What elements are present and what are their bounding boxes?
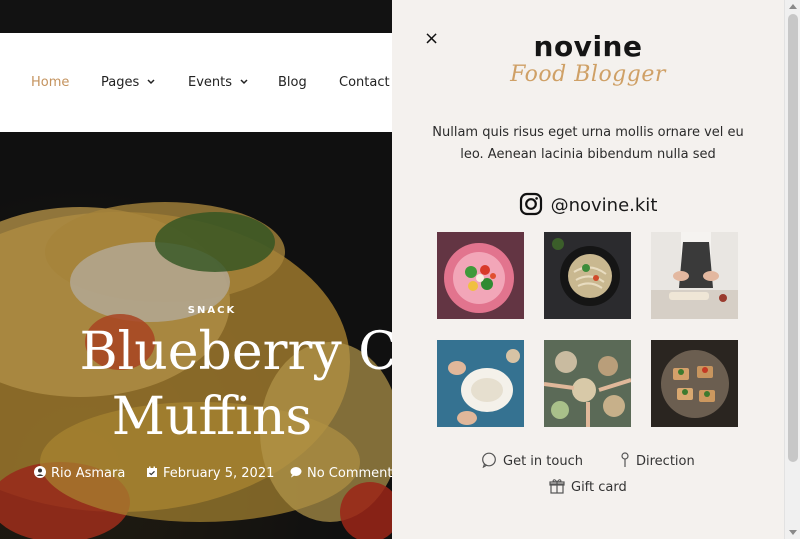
gift-icon [549,479,565,494]
flour-dough-photo [437,340,524,427]
gallery-item[interactable] [437,232,524,319]
noodle-bowl-photo [544,232,631,319]
direction-link[interactable]: Direction [620,452,695,469]
nav-contact[interactable]: Contact [339,75,390,90]
hero-section: SNACK Blueberry Cheese Muffins Rio Asmar… [0,132,392,539]
gallery-item[interactable] [651,232,738,319]
calendar-icon [147,466,157,477]
user-icon [34,466,46,478]
nav-home[interactable]: Home [31,75,69,90]
gallery-item[interactable] [544,340,631,427]
get-in-touch-link[interactable]: Get in touch [481,452,583,469]
nav-events[interactable]: Events [188,75,248,90]
shared-table-photo [544,340,631,427]
map-pin-icon [621,452,629,467]
gallery-item[interactable] [651,340,738,427]
chevron-down-icon [240,79,248,85]
top-bar [0,0,392,33]
chat-bubble-icon [482,452,496,469]
bruschetta-plate-photo [651,340,738,427]
salad-photo [437,232,524,319]
panel-description: Nullam quis risus eget urna mollis ornar… [432,125,744,162]
post-category[interactable]: SNACK [0,305,392,316]
post-author[interactable]: Rio Asmara [34,466,125,481]
scroll-up-arrow-icon[interactable] [789,4,797,9]
chef-kitchen-photo [651,232,738,319]
comment-icon [290,467,302,478]
nav-blog[interactable]: Blog [278,75,307,90]
scroll-down-arrow-icon[interactable] [789,530,797,535]
site-tagline: Food Blogger [510,62,666,87]
gallery-item[interactable] [544,232,631,319]
main-nav: Home Pages Events Blog Contact [0,75,392,91]
gift-card-link[interactable]: Gift card [549,478,627,495]
site-logo[interactable]: novine [392,30,784,63]
site-header: Home Pages Events Blog Contact [0,33,392,132]
nav-pages[interactable]: Pages [101,75,155,90]
instagram-gallery [437,232,739,427]
chevron-down-icon [147,79,155,85]
post-title-line1[interactable]: Blueberry Cheese [0,322,392,382]
post-date[interactable]: February 5, 2021 [146,466,274,481]
post-comments[interactable]: No Comments [290,466,392,481]
instagram-icon [519,192,542,216]
post-title-line2[interactable]: Muffins [0,387,392,447]
scrollbar[interactable] [784,0,800,539]
gallery-item[interactable] [437,340,524,427]
scrollbar-thumb[interactable] [788,14,798,462]
instagram-link[interactable]: @novine.kit [392,192,784,216]
